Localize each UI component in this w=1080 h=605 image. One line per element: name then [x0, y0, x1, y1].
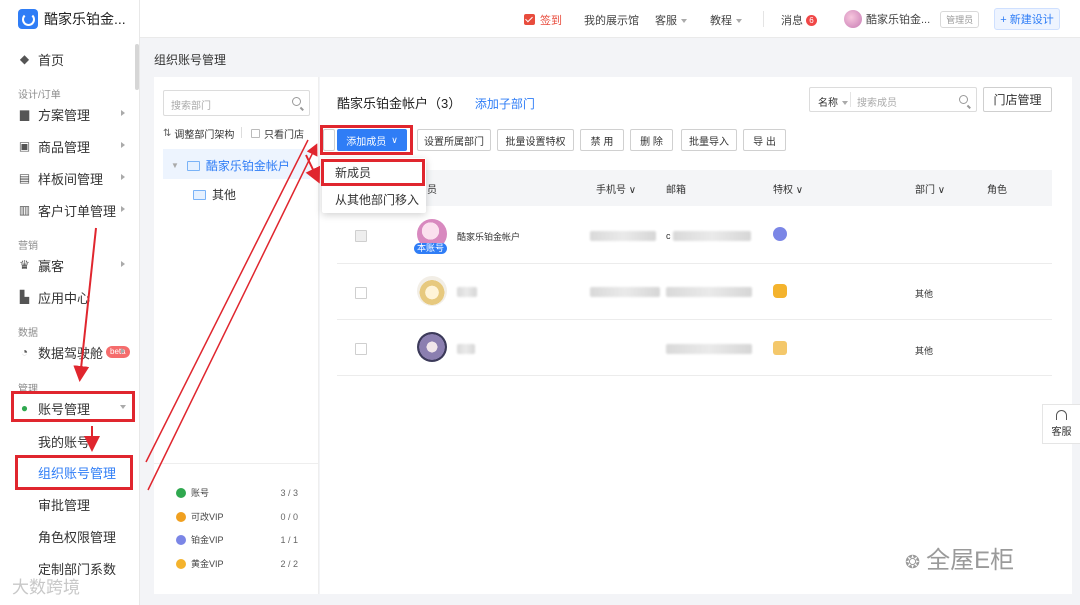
arrow [305, 154, 321, 184]
arrow [145, 139, 309, 463]
annotation-arrows [73, 139, 321, 491]
arrow [73, 227, 97, 382]
arrow [147, 143, 318, 491]
